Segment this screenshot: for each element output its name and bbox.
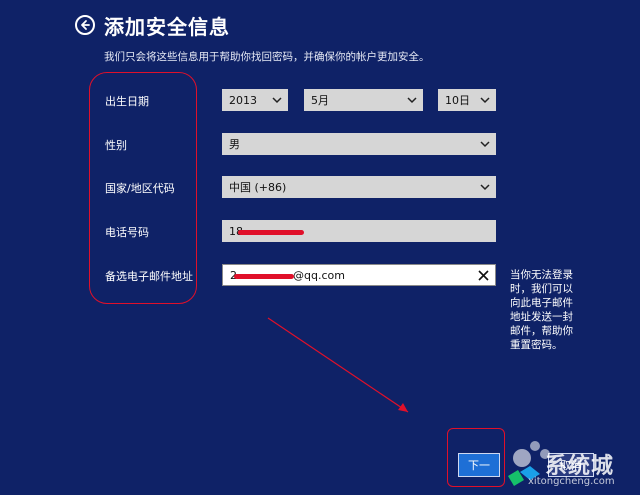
watermark-url: xitongcheng.com [528,476,615,487]
annotation-arrow [267,317,409,413]
next-button[interactable]: 下一 [458,453,500,477]
